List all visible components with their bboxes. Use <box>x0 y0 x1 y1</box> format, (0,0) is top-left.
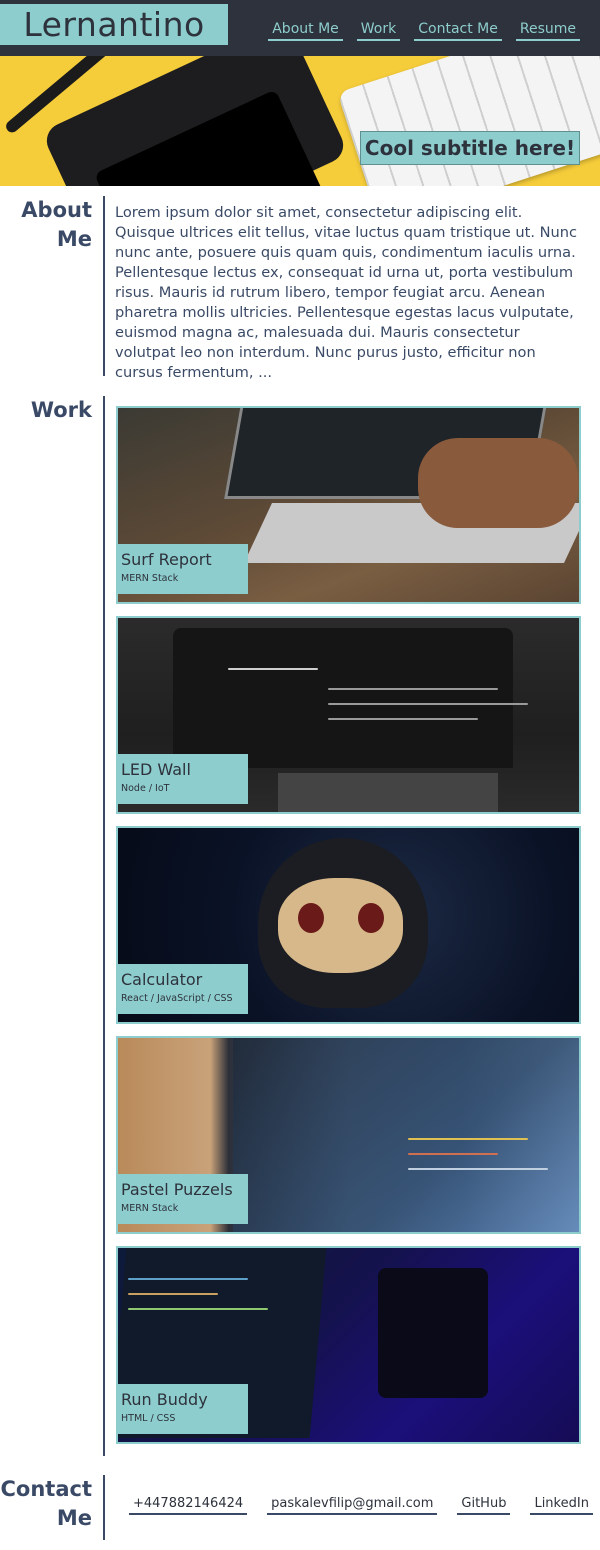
project-card-led-wall[interactable]: LED Wall Node / IoT <box>116 616 581 814</box>
hero-banner: Cool subtitle here! <box>0 56 600 186</box>
about-text: Lorem ipsum dolor sit amet, consectetur … <box>115 204 578 381</box>
nav-resume[interactable]: Resume <box>515 20 580 41</box>
contact-phone-link[interactable]: +447882146424 <box>129 1495 248 1515</box>
project-stack: MERN Stack <box>121 573 179 584</box>
about-heading-line2: Me <box>56 227 92 251</box>
nav-work[interactable]: Work <box>356 20 401 41</box>
project-label: Run Buddy HTML / CSS <box>118 1384 248 1434</box>
project-stack: Node / IoT <box>121 783 170 794</box>
project-label: Pastel Puzzels MERN Stack <box>118 1174 248 1224</box>
project-label: Calculator React / JavaScript / CSS <box>118 964 248 1014</box>
project-stack: HTML / CSS <box>121 1413 176 1424</box>
mug-image <box>378 1268 488 1398</box>
about-heading: About Me <box>21 196 92 254</box>
contact-heading-line2: Me <box>56 1506 92 1530</box>
project-card-surf-report[interactable]: Surf Report MERN Stack <box>116 406 581 604</box>
project-card-run-buddy[interactable]: Run Buddy HTML / CSS <box>116 1246 581 1444</box>
hero-subtitle-box: Cool subtitle here! <box>360 131 580 165</box>
hand-image <box>418 438 578 528</box>
contact-email-link[interactable]: paskalevfilip@gmail.com <box>267 1495 438 1515</box>
work-heading-text: Work <box>30 398 92 422</box>
about-heading-line1: About <box>21 198 92 222</box>
nav-about-me[interactable]: About Me <box>268 20 343 41</box>
contact-heading: Contact Me <box>1 1475 93 1533</box>
work-divider <box>103 396 105 1456</box>
about-divider <box>103 196 105 376</box>
laptop-screen-image <box>173 628 513 768</box>
laptop-keyboard-image <box>278 773 498 812</box>
project-title: Calculator <box>121 970 203 989</box>
octocat-face-image <box>278 878 403 973</box>
nav-contact-me[interactable]: Contact Me <box>414 20 502 41</box>
hero-keyboard-image <box>337 56 600 186</box>
work-heading: Work <box>31 396 92 425</box>
logo[interactable]: Lernantino <box>0 4 228 45</box>
project-stack: MERN Stack <box>121 1203 179 1214</box>
logo-text: Lernantino <box>23 5 205 44</box>
project-label: LED Wall Node / IoT <box>118 754 248 804</box>
project-title: Pastel Puzzels <box>121 1180 233 1199</box>
contact-divider <box>103 1475 105 1540</box>
project-label: Surf Report MERN Stack <box>118 544 248 594</box>
project-title: Run Buddy <box>121 1390 208 1409</box>
site-header: Lernantino About Me Work Contact Me Resu… <box>0 0 600 56</box>
contact-linkedin-link[interactable]: LinkedIn <box>530 1495 593 1515</box>
project-title: Surf Report <box>121 550 212 569</box>
monitor-code-image <box>233 1038 579 1232</box>
contact-github-link[interactable]: GitHub <box>457 1495 511 1515</box>
project-title: LED Wall <box>121 760 191 779</box>
project-card-pastel-puzzels[interactable]: Pastel Puzzels MERN Stack <box>116 1036 581 1234</box>
main-nav: About Me Work Contact Me Resume <box>268 20 580 41</box>
contact-heading-line1: Contact <box>0 1477 93 1501</box>
contact-links: +447882146424 paskalevfilip@gmail.com Gi… <box>129 1495 593 1515</box>
hero-subtitle: Cool subtitle here! <box>364 136 576 160</box>
project-stack: React / JavaScript / CSS <box>121 993 233 1004</box>
project-card-calculator[interactable]: Calculator React / JavaScript / CSS <box>116 826 581 1024</box>
